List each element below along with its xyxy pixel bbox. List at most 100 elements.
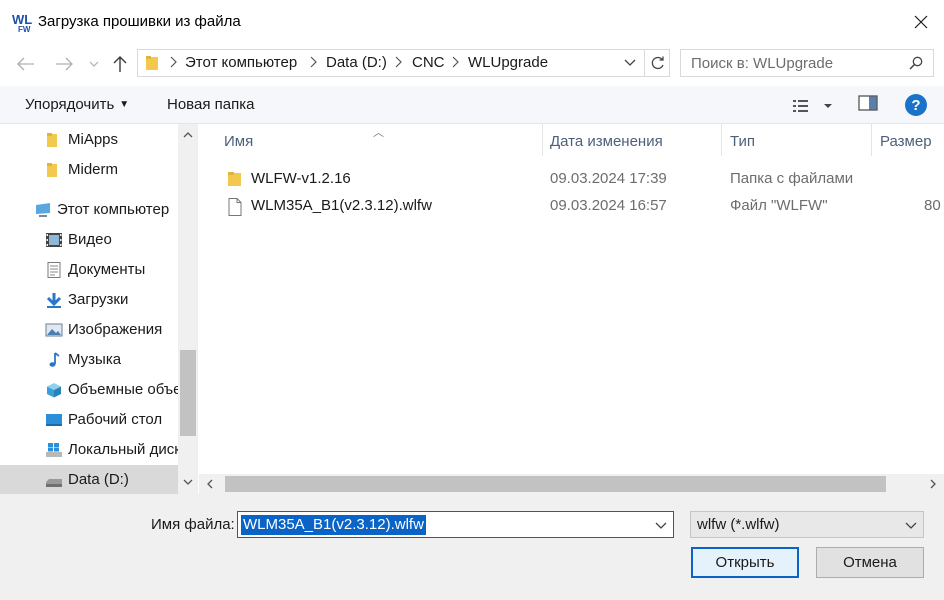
filetype-value: wlfw (*.wlfw) <box>697 516 780 533</box>
command-bar: Упорядочить ▼ Новая папка ? <box>0 86 944 124</box>
svg-text:FW: FW <box>18 25 31 33</box>
column-header-date[interactable]: Дата изменения <box>550 124 663 156</box>
arrow-left-icon <box>17 57 34 71</box>
forward-button[interactable] <box>52 52 76 76</box>
3d-objects-icon <box>47 383 61 398</box>
sidebar-item-3d-objects[interactable]: Объемные объекты <box>0 375 178 405</box>
up-button[interactable] <box>108 52 132 76</box>
column-header-type[interactable]: Тип <box>730 124 755 156</box>
column-divider[interactable] <box>721 124 722 156</box>
pictures-icon <box>45 323 63 337</box>
music-icon <box>49 352 60 367</box>
search-input[interactable] <box>681 50 903 76</box>
breadcrumb-computer[interactable]: Этот компьютер <box>185 54 297 71</box>
sidebar-item-miderm[interactable]: Miderm <box>0 155 178 185</box>
breadcrumb-wlupgrade[interactable]: WLUpgrade <box>468 54 548 71</box>
column-header-size[interactable]: Размер <box>880 124 932 156</box>
sidebar-item-video[interactable]: Видео <box>0 225 178 255</box>
chevron-down-icon[interactable] <box>183 477 193 487</box>
preview-pane-button[interactable] <box>858 95 880 117</box>
dialog-footer: Имя файла: WLM35A_B1(v2.3.12).wlfw wlfw … <box>0 494 944 600</box>
folder-icon <box>146 56 158 70</box>
arrow-right-icon <box>56 57 73 71</box>
sidebar-item-pictures[interactable]: Изображения <box>0 315 178 345</box>
sidebar-item-miapps[interactable]: MiApps <box>0 125 178 155</box>
help-button[interactable]: ? <box>905 94 927 116</box>
folder-icon <box>47 163 57 177</box>
open-button[interactable]: Открыть <box>691 547 799 578</box>
sidebar-scrollbar[interactable] <box>178 124 197 494</box>
back-button[interactable] <box>14 52 38 76</box>
cancel-button[interactable]: Отмена <box>816 547 924 578</box>
sidebar-scroll-thumb[interactable] <box>180 350 196 436</box>
close-icon <box>914 15 928 29</box>
navigation-bar: Этот компьютер Data (D:) CNC WLUpgrade <box>0 44 944 82</box>
sidebar-item-desktop[interactable]: Рабочий стол <box>0 405 178 435</box>
downloads-icon <box>46 293 62 308</box>
close-button[interactable] <box>898 0 944 44</box>
file-type: Файл "WLFW" <box>730 197 828 214</box>
horizontal-scroll-thumb[interactable] <box>225 476 886 492</box>
sort-ascending-icon: ︿ <box>373 127 384 139</box>
file-icon <box>228 198 242 216</box>
sidebar-item-this-pc[interactable]: Этот компьютер <box>0 195 178 225</box>
file-name: WLM35A_B1(v2.3.12).wlfw <box>251 197 432 214</box>
refresh-button[interactable] <box>644 50 670 76</box>
file-list: ︿ Имя Дата изменения Тип Размер WLFW-v1.… <box>199 124 944 494</box>
sidebar-item-data-drive[interactable]: Data (D:) <box>0 465 178 494</box>
chevron-right-icon[interactable] <box>928 479 938 489</box>
computer-icon <box>36 203 50 217</box>
filename-input[interactable]: WLM35A_B1(v2.3.12).wlfw <box>237 511 674 538</box>
sidebar-item-music[interactable]: Музыка <box>0 345 178 375</box>
documents-icon <box>47 262 61 278</box>
file-date: 09.03.2024 16:57 <box>550 197 667 214</box>
app-logo-icon: WL FW <box>12 12 32 33</box>
file-date: 09.03.2024 17:39 <box>550 170 667 187</box>
filetype-select[interactable]: wlfw (*.wlfw) <box>690 511 924 538</box>
chevron-down-icon[interactable] <box>655 519 667 531</box>
details-view-icon <box>793 100 832 112</box>
video-icon <box>46 233 62 247</box>
breadcrumb-cnc[interactable]: CNC <box>412 54 445 71</box>
chevron-right-icon <box>395 56 402 68</box>
filename-label: Имя файла: <box>151 516 235 533</box>
file-name: WLFW-v1.2.16 <box>251 170 351 187</box>
chevron-down-icon[interactable] <box>624 56 636 68</box>
sidebar-item-downloads[interactable]: Загрузки <box>0 285 178 315</box>
address-bar[interactable]: Этот компьютер Data (D:) CNC WLUpgrade <box>137 49 670 77</box>
chevron-down-icon <box>905 522 917 529</box>
local-disk-icon <box>46 443 62 457</box>
chevron-right-icon <box>310 56 317 68</box>
title-bar: WL FW Загрузка прошивки из файла <box>0 0 944 44</box>
navigation-pane: MiApps Miderm Этот компьютер Видео Докум… <box>0 124 198 494</box>
column-divider[interactable] <box>542 124 543 156</box>
column-header-name[interactable]: Имя <box>224 124 253 156</box>
file-row-wlfw[interactable]: WLM35A_B1(v2.3.12).wlfw 09.03.2024 16:57… <box>199 193 944 219</box>
breadcrumb-data-drive[interactable]: Data (D:) <box>326 54 387 71</box>
change-view-button[interactable] <box>792 95 834 117</box>
new-folder-button[interactable]: Новая папка <box>167 96 254 113</box>
chevron-down-icon <box>89 61 99 67</box>
preview-pane-icon <box>858 95 878 111</box>
filename-value[interactable]: WLM35A_B1(v2.3.12).wlfw <box>241 515 426 535</box>
folder-icon <box>228 172 241 186</box>
search-icon[interactable] <box>909 56 923 70</box>
chevron-right-icon <box>170 56 177 68</box>
arrow-up-icon <box>113 56 127 72</box>
folder-icon <box>47 133 57 147</box>
sidebar-item-local-disk[interactable]: Локальный диск <box>0 435 178 465</box>
window-title: Загрузка прошивки из файла <box>38 13 241 30</box>
chevron-up-icon[interactable] <box>183 130 193 140</box>
organize-button[interactable]: Упорядочить ▼ <box>25 96 129 113</box>
horizontal-scrollbar[interactable] <box>199 474 944 494</box>
chevron-left-icon[interactable] <box>205 479 215 489</box>
file-type: Папка с файлами <box>730 170 854 187</box>
column-divider[interactable] <box>871 124 872 156</box>
drive-icon <box>46 479 62 487</box>
caret-down-icon: ▼ <box>119 99 130 110</box>
search-box[interactable] <box>680 49 934 77</box>
sidebar-item-documents[interactable]: Документы <box>0 255 178 285</box>
refresh-icon <box>651 56 664 70</box>
file-row-folder[interactable]: WLFW-v1.2.16 09.03.2024 17:39 Папка с фа… <box>199 166 944 192</box>
recent-locations-button[interactable] <box>84 52 104 76</box>
